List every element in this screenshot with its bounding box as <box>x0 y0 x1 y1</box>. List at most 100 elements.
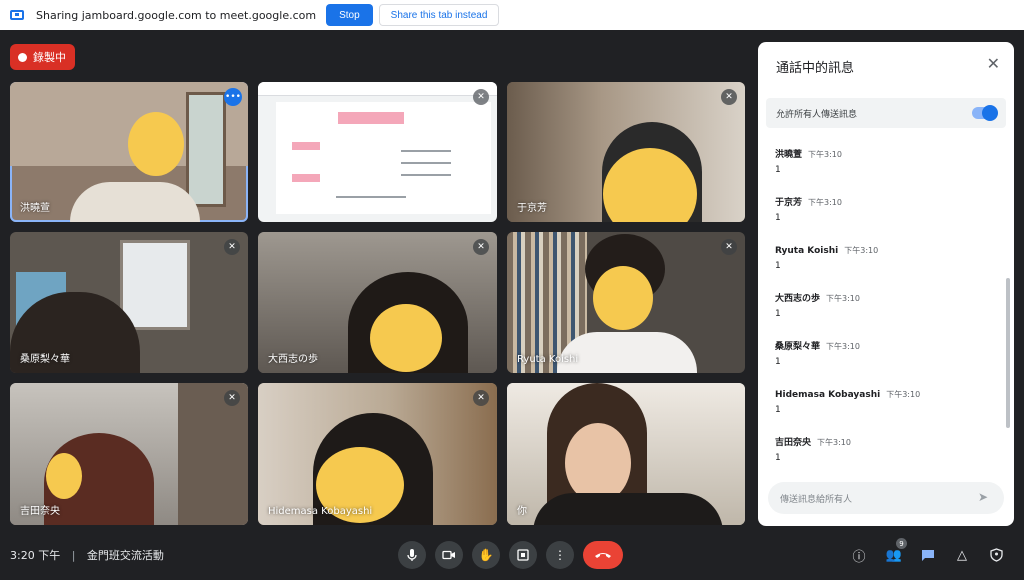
chat-scrollbar[interactable] <box>1006 278 1010 428</box>
jamboard-canvas <box>276 102 491 214</box>
close-icon[interactable]: ✕ <box>987 54 1000 73</box>
participant-name: 桑原梨々華 <box>20 354 70 365</box>
participant-name: 大西志の歩 <box>268 354 318 365</box>
chat-panel: 通話中的訊息 ✕ 允許所有人傳送訊息 洪曉萱 下午3:10 1 于京芳 下午3:10… <box>758 42 1014 526</box>
message-time: 下午3:10 <box>826 294 860 303</box>
message-text: 1 <box>775 309 781 319</box>
chat-title: 通話中的訊息 <box>776 61 855 76</box>
people-button[interactable]: 👥 9 <box>883 538 907 566</box>
message-time: 下午3:10 <box>844 246 879 255</box>
mic-off-icon: ✕ <box>473 89 489 105</box>
share-this-tab-button[interactable]: Share this tab instead <box>378 4 500 26</box>
person-body <box>70 182 200 222</box>
message-sender: 洪曉萱 <box>775 150 803 160</box>
allow-messages-row: 允許所有人傳送訊息 <box>766 98 1006 128</box>
chat-button[interactable] <box>917 544 939 566</box>
message-sender: 大西志の歩 <box>775 294 821 304</box>
face-blur <box>370 304 442 372</box>
face-blur <box>128 112 184 176</box>
people-count-badge: 9 <box>896 538 907 549</box>
message-time: 下午3:10 <box>886 390 921 399</box>
text-line <box>401 174 451 176</box>
video-tile-self[interactable]: 你 <box>507 383 745 525</box>
end-call-icon <box>595 553 611 558</box>
video-tile-3[interactable]: ✕ 于京芳 <box>507 82 745 222</box>
message-text: 1 <box>775 213 781 223</box>
background-window <box>120 240 190 330</box>
camera-icon <box>442 550 455 560</box>
current-time: 3:20 下午 <box>10 549 61 562</box>
raise-hand-button[interactable]: ✋ <box>472 541 500 569</box>
participant-name: 洪曉萱 <box>20 203 50 214</box>
meeting-info: 3:20 下午 | 金門班交流活動 <box>10 547 164 563</box>
mic-off-icon: ✕ <box>721 239 737 255</box>
mic-off-icon: ✕ <box>224 239 240 255</box>
meeting-details-button[interactable]: ⓘ <box>848 544 870 566</box>
sharing-bar: Sharing jamboard.google.com to meet.goog… <box>0 0 1024 30</box>
allow-messages-toggle[interactable] <box>972 105 998 121</box>
sticky-note <box>292 174 320 182</box>
chat-message: 于京芳 下午3:10 1 <box>775 190 842 223</box>
recording-label: 錄製中 <box>33 51 66 64</box>
message-time: 下午3:10 <box>826 342 860 351</box>
sharing-text: Sharing jamboard.google.com to meet.goog… <box>36 8 317 22</box>
screen-share-icon <box>10 10 24 20</box>
text-line <box>336 196 406 198</box>
record-dot-icon <box>18 52 27 62</box>
leave-call-button[interactable] <box>583 541 623 569</box>
video-tile-2[interactable]: ✕ <box>258 82 497 222</box>
shield-icon <box>989 548 1003 562</box>
chat-icon <box>922 549 934 561</box>
video-tile-7[interactable]: ✕ 吉田奈央 <box>10 383 248 525</box>
mic-off-icon: ✕ <box>224 390 240 406</box>
participant-name: 于京芳 <box>517 203 547 214</box>
message-time: 下午3:10 <box>808 150 842 159</box>
recording-indicator[interactable]: 錄製中 <box>10 44 75 70</box>
chat-message: Hidemasa Kobayashi 下午3:10 1 <box>775 382 920 415</box>
video-tile-6[interactable]: ✕ Ryuta Koishi <box>507 232 745 373</box>
meeting-name: 金門班交流活動 <box>86 549 164 562</box>
microphone-button[interactable] <box>398 541 426 569</box>
chat-input[interactable]: 傳送訊息給所有人 ➤ <box>768 482 1004 514</box>
video-tile-5[interactable]: ✕ 大西志の歩 <box>258 232 497 373</box>
video-tile-4[interactable]: ✕ 桑原梨々華 <box>10 232 248 373</box>
message-sender: Ryuta Koishi <box>775 246 839 256</box>
participant-name: 你 <box>517 506 527 517</box>
text-line <box>401 150 451 152</box>
video-tile-1[interactable]: ••• 洪曉萱 <box>10 82 248 222</box>
message-text: 1 <box>775 165 781 175</box>
chat-message: 大西志の歩 下午3:10 1 <box>775 286 860 319</box>
video-tile-8[interactable]: ✕ Hidemasa Kobayashi <box>258 383 497 525</box>
message-text: 1 <box>775 357 781 367</box>
person-face <box>565 423 631 503</box>
message-text: 1 <box>775 261 781 271</box>
more-options-button[interactable]: ⋮ <box>546 541 574 569</box>
more-options-icon[interactable]: ••• <box>224 88 242 106</box>
person-body <box>557 332 697 373</box>
hand-icon: ✋ <box>478 548 494 562</box>
background-window <box>186 92 226 207</box>
mic-off-icon: ✕ <box>721 89 737 105</box>
participant-name: Ryuta Koishi <box>517 354 579 365</box>
message-text: 1 <box>775 405 781 415</box>
separator: | <box>71 549 76 562</box>
camera-button[interactable] <box>435 541 463 569</box>
chat-message: 桑原梨々華 下午3:10 1 <box>775 334 860 367</box>
message-time: 下午3:10 <box>808 198 842 207</box>
background-door <box>178 383 248 525</box>
microphone-icon <box>407 549 417 561</box>
text-line <box>401 162 451 164</box>
send-icon[interactable]: ➤ <box>978 490 992 504</box>
host-controls-button[interactable] <box>985 544 1007 566</box>
message-time: 下午3:10 <box>817 438 851 447</box>
mic-off-icon: ✕ <box>473 239 489 255</box>
bottom-bar: 3:20 下午 | 金門班交流活動 ✋ ⋮ ⓘ 👥 9 △ <box>0 530 1024 580</box>
activities-button[interactable]: △ <box>951 544 973 566</box>
stop-sharing-button[interactable]: Stop <box>326 4 373 26</box>
message-sender: Hidemasa Kobayashi <box>775 390 881 400</box>
present-button[interactable] <box>509 541 537 569</box>
sticky-note <box>338 112 404 124</box>
chat-message: Ryuta Koishi 下午3:10 1 <box>775 238 878 271</box>
message-sender: 吉田奈央 <box>775 438 812 448</box>
info-icon: ⓘ <box>852 549 866 565</box>
